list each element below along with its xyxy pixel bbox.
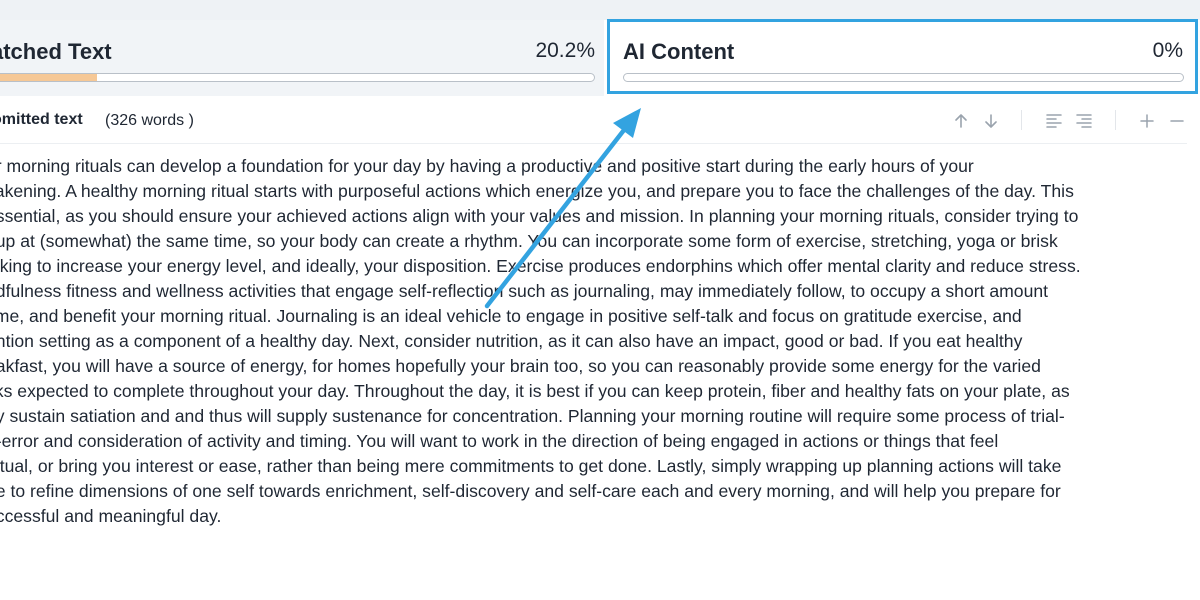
word-count: (326 words ) xyxy=(105,112,194,129)
text-line: ur morning rituals can develop a foundat… xyxy=(0,156,974,176)
text-line: d-error and consideration of activity an… xyxy=(0,431,999,451)
text-line: time, and benefit your morning ritual. J… xyxy=(0,306,1022,326)
matched-text-progress-bar xyxy=(0,73,595,82)
plus-icon[interactable] xyxy=(1138,112,1156,130)
text-line: essential, as you should ensure your ach… xyxy=(0,206,1079,226)
text-line: alking to increase your energy level, an… xyxy=(0,256,1081,276)
ai-content-percent: 0% xyxy=(1152,39,1183,62)
matched-text-progress-fill xyxy=(0,74,97,81)
ai-content-progress-bar xyxy=(623,73,1184,82)
matched-text-card[interactable]: atched Text 20.2% xyxy=(0,20,604,96)
arrow-down-icon[interactable] xyxy=(982,112,1000,130)
text-line: ne to refine dimensions of one self towa… xyxy=(0,481,1061,501)
ai-content-card[interactable]: AI Content 0% xyxy=(607,19,1198,94)
toolbar-divider xyxy=(0,143,1187,144)
submitted-text-body: ur morning rituals can develop a foundat… xyxy=(0,154,1186,529)
toolbar-separator xyxy=(1115,110,1116,130)
toolbar-separator xyxy=(1021,110,1022,130)
top-strip xyxy=(0,0,1200,20)
arrow-up-icon[interactable] xyxy=(952,112,970,130)
text-line: uccessful and meaningful day. xyxy=(0,506,222,526)
text-line: sks expected to complete throughout your… xyxy=(0,381,1070,401)
ai-content-title: AI Content xyxy=(623,39,735,64)
text-line: t up at (somewhat) the same time, so you… xyxy=(0,231,1058,251)
matched-text-title: atched Text xyxy=(0,39,112,64)
minus-icon[interactable] xyxy=(1168,112,1186,130)
text-line: eakfast, you will have a source of energ… xyxy=(0,356,1041,376)
text-line: bitual, or bring you interest or ease, r… xyxy=(0,456,1062,476)
submitted-text-label: omitted text xyxy=(0,111,83,128)
submitted-text-toolbar: omitted text (326 words ) xyxy=(0,96,1200,144)
align-right-icon[interactable] xyxy=(1075,112,1093,130)
matched-text-percent: 20.2% xyxy=(535,39,595,62)
align-left-icon[interactable] xyxy=(1045,112,1063,130)
text-line: ndfulness fitness and wellness activitie… xyxy=(0,281,1049,301)
text-line: ey sustain satiation and and thus will s… xyxy=(0,406,1065,426)
text-line: ention setting as a component of a healt… xyxy=(0,331,1023,351)
plagiarism-report-page: atched Text 20.2% AI Content 0% omitted … xyxy=(0,0,1200,600)
text-line: vakening. A healthy morning ritual start… xyxy=(0,181,1074,201)
